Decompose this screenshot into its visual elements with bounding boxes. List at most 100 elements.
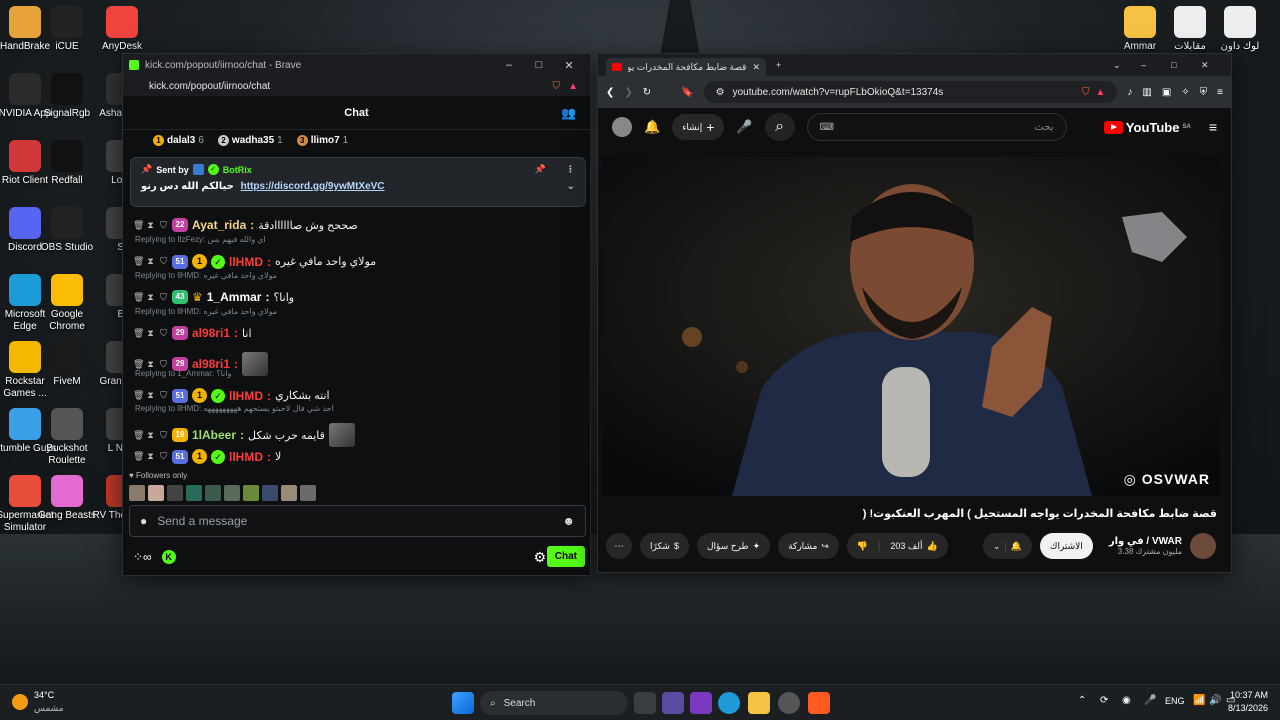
message-input[interactable]: ● Send a message ☻ [129,505,586,537]
tab-search-icon[interactable]: ⌄ [1113,60,1141,71]
sun-weather-icon[interactable] [12,694,28,710]
yt-search-input[interactable]: ⌨ بحث [806,113,1067,141]
bookmark-icon[interactable]: 🔖 [681,87,693,98]
ban-shield-icon[interactable]: ⛉ [159,359,168,370]
emote[interactable] [129,485,145,501]
create-button[interactable]: إنشاء + [672,114,725,140]
tray-app-icon[interactable]: ◉ [1122,695,1131,706]
points-icon[interactable]: ⁘∞ [133,550,152,564]
yt-minimize-button[interactable]: – [1141,60,1171,70]
desktop-icon[interactable]: AnyDesk [89,6,155,53]
tray-mic-icon[interactable]: 🎤 [1144,695,1156,706]
brave-rewards-icon[interactable]: ▲ [568,81,578,92]
volume-icon[interactable]: 🔊 [1209,695,1221,706]
timeout-icon[interactable]: ⧗ [146,359,155,370]
brave-rewards-icon[interactable]: ▲ [1095,87,1105,98]
settings-gear-icon[interactable]: ⚙ [533,549,546,566]
trash-icon[interactable]: 🗑 [133,390,144,401]
ban-shield-icon[interactable]: ⛉ [159,451,168,462]
leaderboard-entry[interactable]: 3 llimo7 1 [296,134,348,146]
profile-avatar[interactable] [612,117,632,137]
reply-context[interactable]: Replying to llHMD: احد شي فال لاحبتو يست… [135,404,334,413]
new-tab-icon[interactable]: + [776,60,781,70]
chevron-down-icon[interactable]: ⌄ [567,181,575,192]
pinned-author[interactable]: BotRix [223,165,252,175]
subscribe-button[interactable]: الاشتراك [1040,533,1093,559]
emote[interactable] [205,485,221,501]
edge-icon[interactable] [718,692,740,714]
reply-context[interactable]: Replying to llHMD: مولاي واحد مافي غيره [135,271,277,280]
sidebar-icon[interactable]: ▥ [1142,87,1151,98]
reply-context[interactable]: Replying to llHMD: مولاي واحد مافي غيره [135,307,277,316]
pinned-discord-link[interactable]: https://discord.gg/9ywMtXeVC [241,181,385,192]
users-icon[interactable]: 👥 [561,106,576,120]
brave-icon[interactable] [808,692,830,714]
timeout-icon[interactable]: ⧗ [146,292,155,303]
emoji-icon[interactable]: ☻ [562,514,575,528]
back-icon[interactable]: ❮ [606,87,614,98]
trash-icon[interactable]: 🗑 [133,256,144,267]
more-actions-icon[interactable]: ⋯ [606,533,632,559]
emote[interactable] [224,485,240,501]
unpin-icon[interactable]: 📌 [535,164,546,175]
youtube-logo[interactable]: YouTube SA [1103,120,1191,135]
brave-shield-icon[interactable]: ⛉ [1082,87,1090,98]
keyboard-icon[interactable]: ⌨ [820,122,834,133]
wallet-icon[interactable]: ▣ [1162,87,1171,98]
ban-shield-icon[interactable]: ⛉ [159,328,168,339]
emote[interactable] [167,485,183,501]
language-indicator[interactable]: ENG [1165,696,1185,706]
menu-icon[interactable]: ≡ [1217,87,1223,98]
channel-name[interactable]: في وار / VWAR [1109,536,1182,547]
search-icon[interactable]: ⌕ [764,113,795,141]
reload-icon[interactable]: ↻ [643,87,651,98]
notification-settings[interactable]: ⌄ | 🔔 [982,533,1033,559]
trash-icon[interactable]: 🗑 [133,292,144,303]
desktop-icon[interactable]: لوك داون [1207,6,1273,53]
share-button[interactable]: مشاركة ↪ [778,533,839,559]
tab-close-icon[interactable]: ✕ [752,62,760,73]
yt-address-bar[interactable]: ⚙ youtube.com/watch?v=rupFLbOkioQ&t=1337… [703,81,1118,103]
leaderboard-entry[interactable]: 2 wadha35 1 [217,134,283,146]
timeout-icon[interactable]: ⧗ [146,256,155,267]
clock-date[interactable]: 8/13/2026 [1228,703,1268,713]
start-windows-icon[interactable] [452,692,474,714]
username[interactable]: al98ri1 [192,326,230,340]
timeout-icon[interactable]: ⧗ [146,328,155,339]
close-button[interactable]: ✕ [554,59,584,72]
trash-icon[interactable]: 🗑 [133,328,144,339]
wifi-icon[interactable]: 📶 [1193,695,1205,706]
taskbar-search[interactable]: ⌕ Search [480,691,628,715]
tray-chevron-up-icon[interactable]: ⌃ [1078,695,1086,706]
reply-context[interactable]: Replying to ItzFezy: اي والله فيهم بس [135,235,266,244]
yt-close-button[interactable]: ✕ [1201,60,1231,71]
kick-address-bar[interactable]: kick.com/popout/iirnoo/chat ⛉ ▲ [123,76,590,96]
music-icon[interactable]: ♪ [1127,87,1132,98]
username[interactable]: llHMD [229,255,263,269]
trash-icon[interactable]: 🗑 [133,220,144,231]
video-player[interactable]: ◎ OSVWAR [602,157,1220,496]
username[interactable]: 1lAbeer [192,428,236,442]
weather-desc[interactable]: مشمس [34,703,64,714]
ask-button[interactable]: طرح سؤال ✦ [697,533,771,559]
leaderboard-entry[interactable]: 1 dalal3 6 [153,134,204,146]
task-view-icon[interactable] [634,692,656,714]
yt-maximize-button[interactable]: □ [1171,60,1201,70]
trash-icon[interactable]: 🗑 [133,451,144,462]
brave-shield-icon[interactable]: ⛉ [553,81,561,92]
reply-context[interactable]: Replying to 1_Ammar: وانا؟ [135,369,231,378]
forward-icon[interactable]: ❯ [624,87,632,98]
emote[interactable] [243,485,259,501]
maximize-button[interactable]: □ [524,59,554,71]
widgets-icon[interactable] [662,692,684,714]
timeout-icon[interactable]: ⧗ [146,220,155,231]
tray-sync-icon[interactable]: ⟳ [1100,695,1108,706]
site-info-icon[interactable]: ⚙ [716,87,725,98]
trash-icon[interactable]: 🗑 [133,430,144,441]
ban-shield-icon[interactable]: ⛉ [159,292,168,303]
leo-icon[interactable]: ✧ [1181,87,1189,98]
trash-icon[interactable]: 🗑 [133,359,144,370]
app-icon[interactable] [690,692,712,714]
emote[interactable] [186,485,202,501]
emote[interactable] [281,485,297,501]
